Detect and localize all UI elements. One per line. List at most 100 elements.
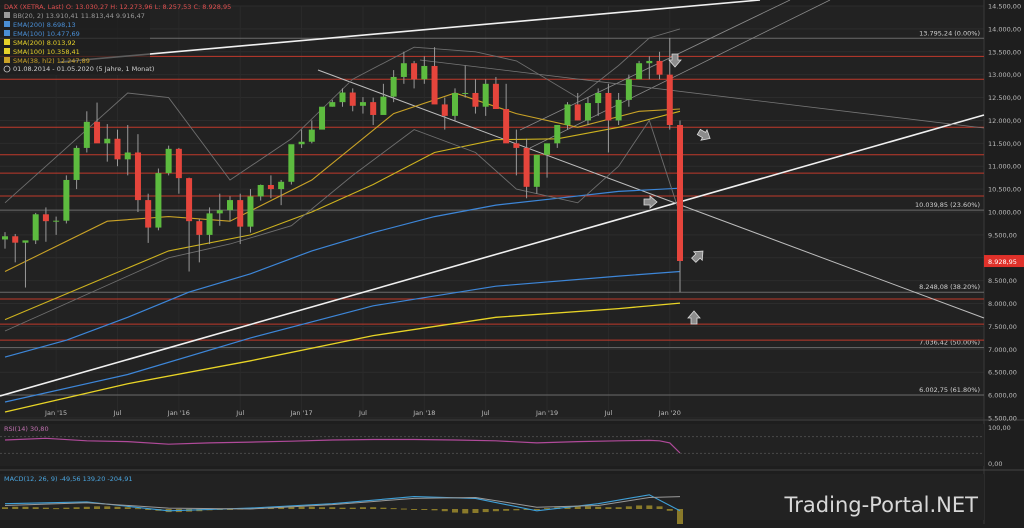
candle-up	[380, 96, 387, 115]
macd-histogram-bar	[349, 507, 356, 509]
candle-up	[400, 63, 407, 77]
legend-entry: SMA(100) 10.358,41	[13, 48, 80, 56]
price-tick-label: 11.000,00	[988, 163, 1021, 171]
macd-histogram-bar	[503, 509, 510, 511]
candle-up	[73, 147, 80, 180]
legend-swatch	[4, 12, 10, 18]
time-tick-label: Jul	[113, 409, 122, 417]
candle-down	[666, 74, 673, 126]
candle-down	[42, 214, 49, 222]
candle-up	[636, 63, 643, 80]
candle-up	[452, 92, 458, 116]
rsi-legend: RSI(14) 30,80	[4, 425, 49, 433]
candle-up	[124, 152, 131, 160]
macd-histogram-bar	[134, 508, 141, 510]
candle-up	[206, 213, 213, 235]
macd-histogram-bar	[308, 506, 315, 509]
legend-swatch	[4, 57, 10, 63]
macd-histogram-bar	[370, 507, 377, 509]
candle-down	[175, 148, 182, 179]
legend-entry: SMA(38, hl2) 12.247,89	[13, 57, 90, 65]
macd-histogram-bar	[329, 507, 336, 509]
time-tick-label: Jan '20	[658, 409, 681, 417]
macd-histogram-bar	[390, 508, 397, 510]
macd-histogram-bar	[625, 506, 632, 509]
candle-up	[32, 214, 39, 241]
macd-histogram-bar	[472, 509, 479, 513]
macd-histogram-bar	[666, 509, 673, 511]
macd-histogram-bar	[646, 505, 653, 509]
candle-up	[247, 196, 254, 227]
macd-histogram-bar	[584, 506, 591, 509]
macd-histogram-bar	[605, 507, 612, 509]
candle-up	[482, 83, 489, 107]
candle-up	[533, 154, 540, 187]
macd-histogram-bar	[656, 506, 663, 509]
macd-histogram-bar	[63, 507, 70, 509]
fib-label: 10.039,85 (23.60%)	[915, 201, 980, 209]
chart-svg: 13.795,24 (0.00%) 10.039,85 (23.60%) 8.248…	[0, 0, 1024, 527]
candle-up	[53, 220, 60, 222]
candle-down	[237, 200, 244, 227]
macd-histogram-bar	[298, 506, 305, 509]
legend-entry: EMA(200) 8.698,13	[13, 21, 76, 29]
watermark: Trading-Portal.NET	[784, 493, 979, 517]
candle-down	[12, 236, 19, 243]
macd-histogram-bar	[124, 507, 131, 509]
candle-down	[186, 178, 193, 222]
fib-label: 6.002,75 (61.80%)	[919, 386, 980, 394]
candle-up	[63, 179, 70, 221]
macd-histogram-bar	[677, 509, 683, 527]
legend-entry: BB(20, 2) 13.910,41 11.813,44 9.916,47	[13, 12, 145, 20]
macd-histogram-bar	[431, 509, 438, 511]
candle-up	[339, 92, 346, 103]
candle-down	[349, 92, 356, 106]
macd-histogram-bar	[380, 507, 387, 509]
price-tick-label: 13.000,00	[988, 71, 1021, 79]
legend-swatch	[4, 48, 10, 54]
macd-histogram-bar	[73, 507, 80, 509]
price-tick-label: 8.500,00	[988, 277, 1017, 285]
price-tick-label: 5.500,00	[988, 415, 1017, 423]
price-tick-label: 14.500,00	[988, 3, 1021, 11]
price-tick-label: 12.500,00	[988, 94, 1021, 102]
candle-up	[227, 200, 233, 211]
candle-down	[656, 60, 663, 75]
candle-down	[513, 143, 520, 148]
price-tick-label: 8.000,00	[988, 300, 1017, 308]
legend-swatch	[4, 30, 10, 36]
time-tick-label: Jan '18	[412, 409, 435, 417]
macd-histogram-bar	[319, 507, 326, 509]
candle-down	[431, 65, 438, 105]
price-tick-label: 11.500,00	[988, 140, 1021, 148]
time-tick-label: Jul	[358, 409, 367, 417]
price-tick-label: 6.500,00	[988, 369, 1017, 377]
legend-entry: SMA(200) 8.013,92	[13, 39, 76, 47]
candle-down	[370, 102, 377, 115]
candle-down	[677, 125, 683, 261]
macd-histogram-bar	[411, 509, 418, 510]
legend-swatch	[4, 39, 10, 45]
candle-up	[278, 181, 285, 190]
last-price-label: 8.928,95	[984, 255, 1024, 268]
price-tick-label: 6.000,00	[988, 392, 1017, 400]
candle-down	[145, 200, 152, 228]
period-label: 01.08.2014 - 01.05.2020 (5 Jahre, 1 Mona…	[13, 65, 154, 73]
price-tick-label: 10.000,00	[988, 209, 1021, 217]
candle-up	[564, 104, 571, 126]
chart-stage: 13.795,24 (0.00%) 10.039,85 (23.60%) 8.248…	[0, 0, 1024, 527]
candle-up	[615, 99, 622, 121]
candle-up	[104, 138, 111, 144]
macd-histogram-bar	[400, 508, 407, 510]
candle-down	[492, 83, 499, 109]
candle-down	[196, 221, 203, 235]
macd-histogram-bar	[83, 506, 90, 509]
fib-label: 8.248,08 (38.20%)	[919, 283, 980, 291]
rsi-panel: RSI(14) 30,80 100,00 0,00	[0, 424, 1011, 468]
rsi-tick-label: 0,00	[988, 460, 1002, 468]
macd-histogram-bar	[2, 507, 8, 509]
candle-down	[503, 109, 510, 144]
time-tick-label: Jul	[481, 409, 490, 417]
macd-histogram-bar	[615, 507, 622, 509]
time-tick-label: Jan '16	[167, 409, 190, 417]
